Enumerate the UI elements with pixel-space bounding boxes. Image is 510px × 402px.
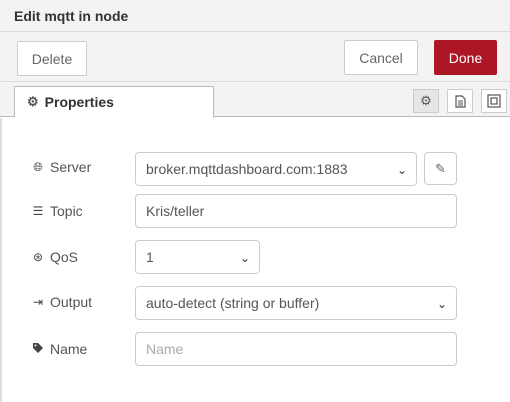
server-select-value: broker.mqttdashboard.com:1883 [146,161,348,177]
description-tab-button[interactable] [447,89,473,113]
description-icon [454,94,466,108]
edit-server-button[interactable]: ✎ [424,152,457,185]
name-label: Name [31,341,87,357]
output-select[interactable]: auto-detect (string or buffer) ⌄ [135,286,457,320]
name-input-placeholder: Name [146,341,184,357]
tab-properties-label: Properties [44,94,114,110]
life-ring-icon: ⊛ [32,250,44,264]
chevron-down-icon: ⌄ [239,251,250,265]
left-divider [0,118,2,402]
output-label-text: Output [50,294,93,310]
delete-button[interactable]: Delete [17,41,87,76]
output-label: ⇥ Output [31,294,92,310]
server-select[interactable]: broker.mqttdashboard.com:1883 ⌄ [135,152,417,186]
globe-icon: 🌐︎ [33,159,43,174]
dialog-titlebar: Edit mqtt in node [0,0,510,32]
sign-out-icon: ⇥ [32,295,44,309]
gear-icon: ⚙ [27,94,39,109]
tab-properties[interactable]: ⚙ Properties [14,86,214,118]
name-label-text: Name [50,341,88,357]
gear-icon: ⚙ [420,93,432,108]
qos-select-value: 1 [146,249,154,265]
topic-label-text: Topic [50,203,83,219]
cancel-button[interactable]: Cancel [344,40,418,75]
topic-label: ☰ Topic [31,203,83,219]
qos-label: ⊛ QoS [31,249,78,265]
tab-bar: ⚙ Properties ⚙ [0,82,510,118]
chevron-down-icon: ⌄ [436,297,447,311]
tag-icon [31,342,45,357]
name-input[interactable]: Name [135,332,457,366]
qos-label-text: QoS [50,249,79,265]
output-select-value: auto-detect (string or buffer) [146,295,320,311]
tasks-icon: ☰ [32,204,44,218]
server-label: 🌐︎ Server [31,159,91,175]
appearance-tab-button[interactable] [481,89,507,113]
qos-select[interactable]: 1 ⌄ [135,240,260,274]
done-button[interactable]: Done [434,40,497,75]
node-properties-tab-button[interactable]: ⚙ [413,89,439,113]
chevron-down-icon: ⌄ [396,163,407,177]
pencil-icon: ✎ [435,160,446,176]
topic-input-value: Kris/teller [146,203,205,219]
server-label-text: Server [50,159,92,175]
appearance-icon [487,94,501,108]
dialog-title: Edit mqtt in node [14,8,129,24]
dialog-toolbar: Delete Cancel Done [0,32,510,82]
topic-input[interactable]: Kris/teller [135,194,457,228]
